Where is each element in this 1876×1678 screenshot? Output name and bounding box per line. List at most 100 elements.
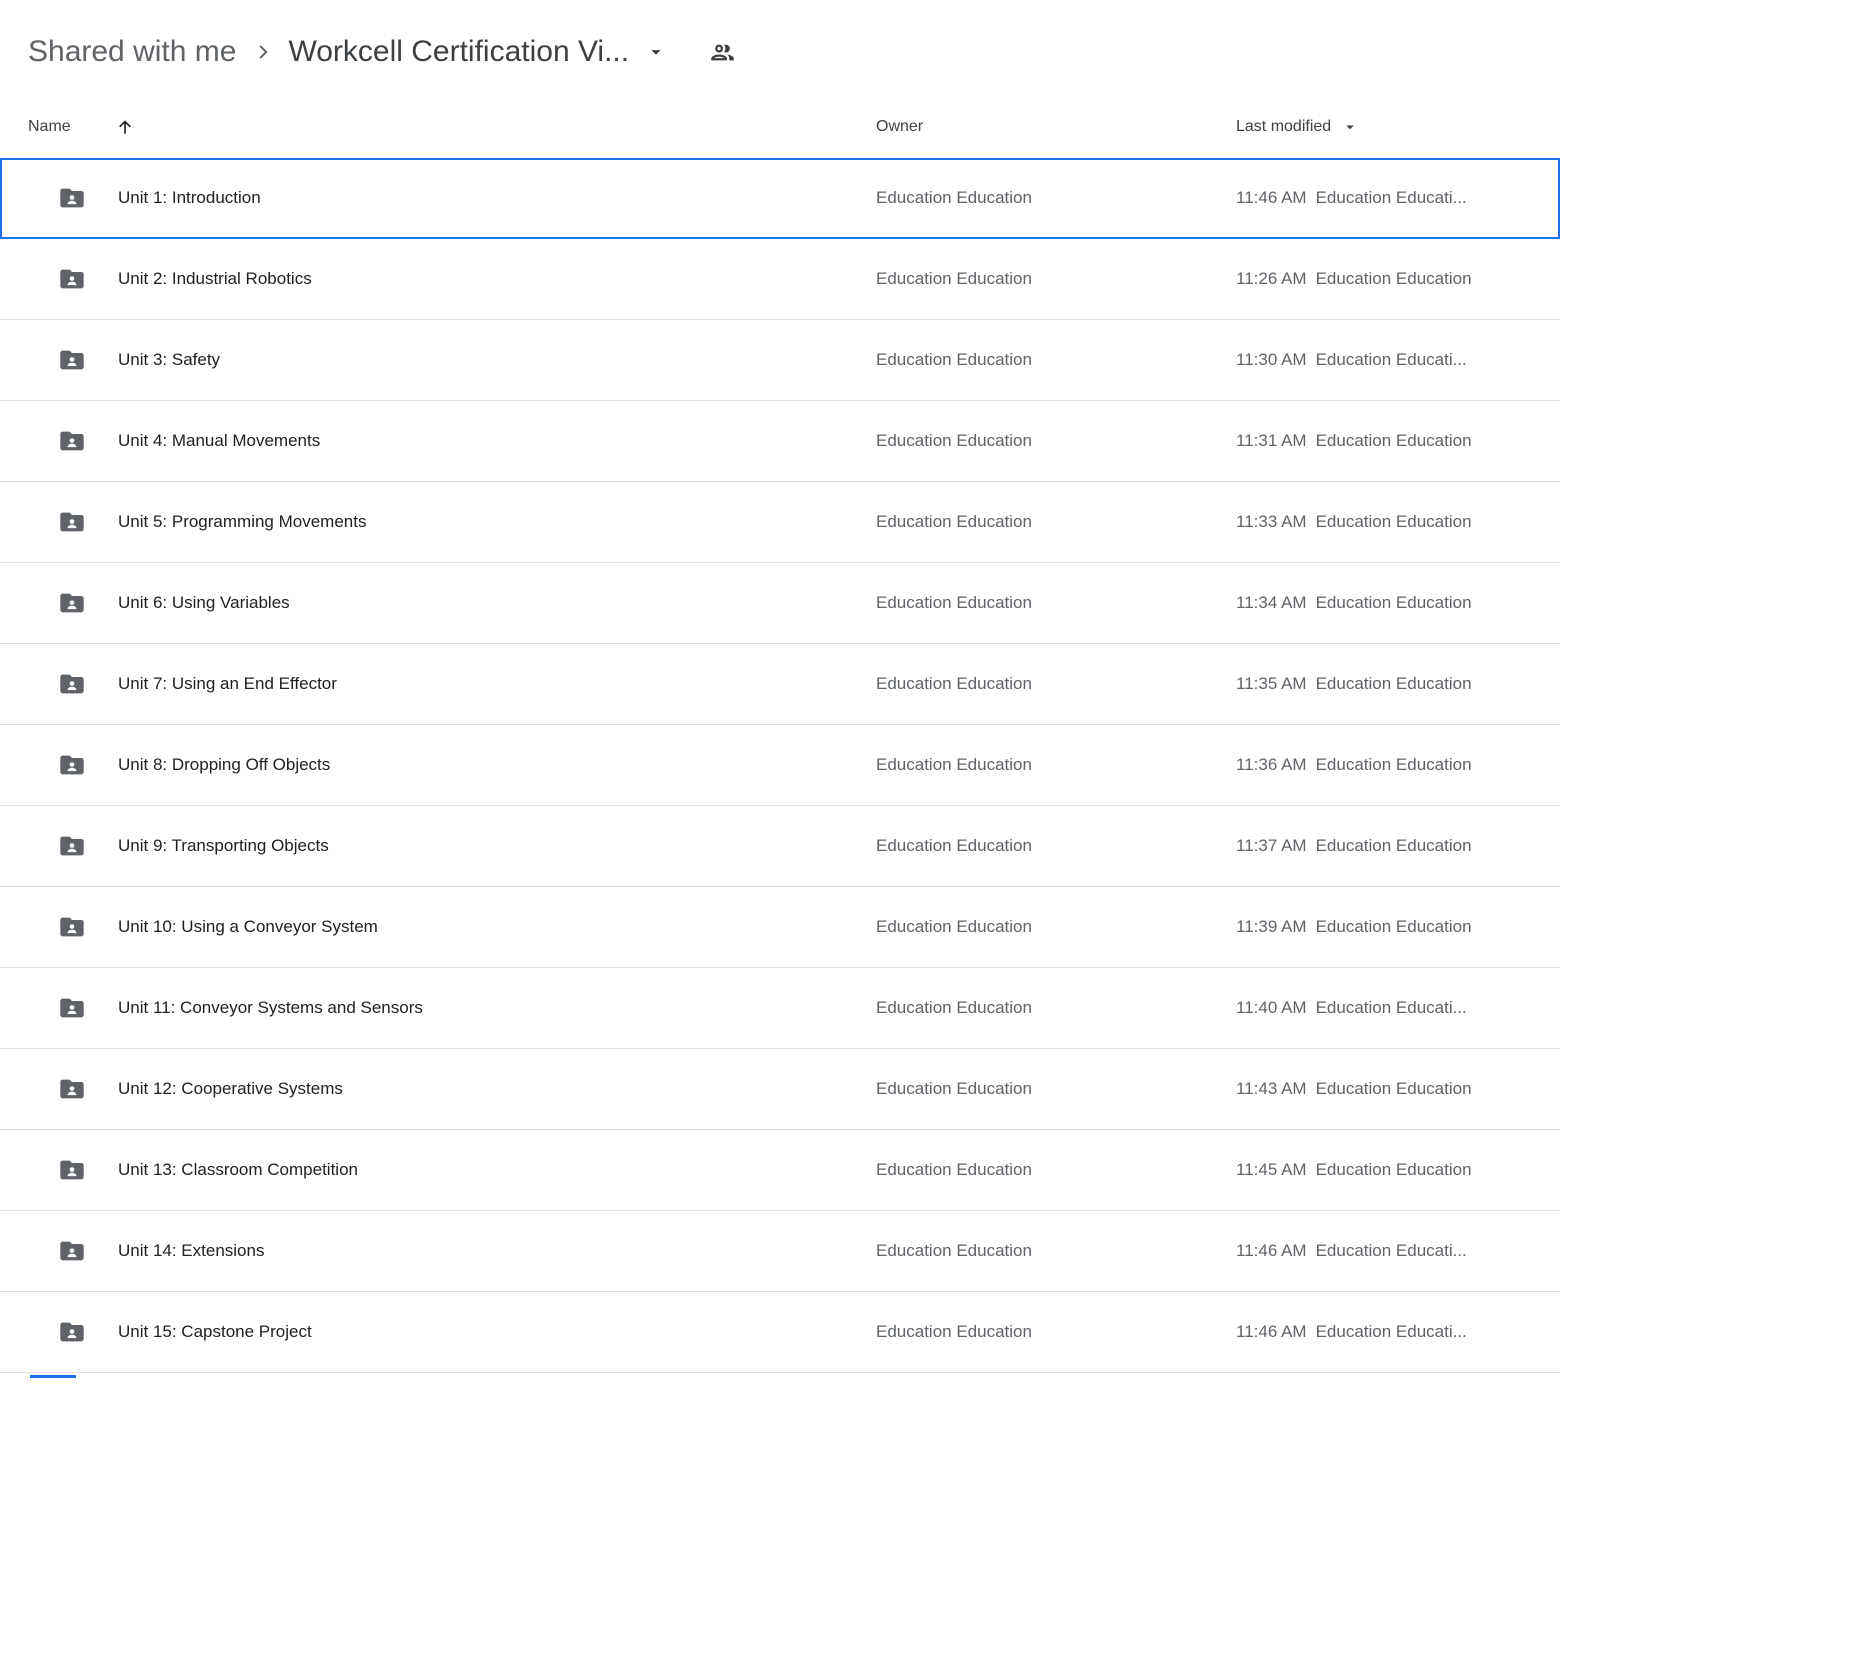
- last-modified-cell: 11:33 AM Education Education: [1236, 512, 1560, 532]
- folder-name-cell: Unit 3: Safety: [28, 346, 876, 374]
- sort-ascending-arrow-icon[interactable]: [115, 117, 135, 137]
- folder-name-cell: Unit 8: Dropping Off Objects: [28, 751, 876, 779]
- last-modified-cell: 11:34 AM Education Education: [1236, 593, 1560, 613]
- folder-name-label: Unit 7: Using an End Effector: [118, 674, 337, 694]
- last-modified-cell: 11:31 AM Education Education: [1236, 431, 1560, 451]
- folder-name-label: Unit 6: Using Variables: [118, 593, 290, 613]
- chevron-right-icon: [250, 40, 274, 64]
- owner-cell: Education Education: [876, 512, 1236, 532]
- table-row[interactable]: Unit 13: Classroom Competition Education…: [0, 1130, 1560, 1211]
- shared-folder-icon: [58, 832, 86, 860]
- table-row[interactable]: Unit 15: Capstone Project Education Educ…: [0, 1292, 1560, 1373]
- shared-folder-icon: [58, 1075, 86, 1103]
- last-modified-cell: 11:26 AM Education Education: [1236, 269, 1560, 289]
- last-modified-cell: 11:36 AM Education Education: [1236, 755, 1560, 775]
- shared-folder-icon: [58, 670, 86, 698]
- modified-time: 11:26 AM: [1236, 269, 1307, 289]
- folder-name-cell: Unit 15: Capstone Project: [28, 1318, 876, 1346]
- modified-time: 11:43 AM: [1236, 1079, 1307, 1099]
- table-row[interactable]: Unit 10: Using a Conveyor System Educati…: [0, 887, 1560, 968]
- last-modified-cell: 11:35 AM Education Education: [1236, 674, 1560, 694]
- shared-folder-icon: [58, 1318, 86, 1346]
- modified-by: Education Educati...: [1316, 1241, 1467, 1261]
- owner-cell: Education Education: [876, 593, 1236, 613]
- column-header-modified-label: Last modified: [1236, 118, 1331, 136]
- modified-time: 11:35 AM: [1236, 674, 1307, 694]
- folder-name-cell: Unit 13: Classroom Competition: [28, 1156, 876, 1184]
- table-row[interactable]: Unit 7: Using an End Effector Education …: [0, 644, 1560, 725]
- folder-name-label: Unit 3: Safety: [118, 350, 220, 370]
- shared-folder-icon: [58, 508, 86, 536]
- modified-time: 11:46 AM: [1236, 1241, 1307, 1261]
- table-row[interactable]: Unit 11: Conveyor Systems and Sensors Ed…: [0, 968, 1560, 1049]
- folder-name-cell: Unit 6: Using Variables: [28, 589, 876, 617]
- folder-name-label: Unit 15: Capstone Project: [118, 1322, 312, 1342]
- shared-folder-icon: [58, 1156, 86, 1184]
- table-row[interactable]: Unit 12: Cooperative Systems Education E…: [0, 1049, 1560, 1130]
- table-row[interactable]: Unit 9: Transporting Objects Education E…: [0, 806, 1560, 887]
- sort-descending-caret-icon[interactable]: [1341, 118, 1359, 136]
- modified-by: Education Education: [1316, 836, 1472, 856]
- last-modified-cell: 11:46 AM Education Educati...: [1236, 1241, 1560, 1261]
- column-header-last-modified[interactable]: Last modified: [1236, 118, 1359, 136]
- table-row[interactable]: Unit 1: Introduction Education Education…: [0, 158, 1560, 239]
- column-header-owner-label: Owner: [876, 118, 923, 136]
- folder-name-label: Unit 1: Introduction: [118, 188, 261, 208]
- shared-folder-icon: [58, 346, 86, 374]
- owner-cell: Education Education: [876, 1079, 1236, 1099]
- table-header-row: Name Owner Last modified: [0, 96, 1560, 158]
- last-modified-cell: 11:39 AM Education Education: [1236, 917, 1560, 937]
- owner-cell: Education Education: [876, 269, 1236, 289]
- shared-folder-icon: [58, 589, 86, 617]
- shared-folder-icon: [58, 265, 86, 293]
- modified-by: Education Education: [1316, 755, 1472, 775]
- breadcrumb-shared-with-me[interactable]: Shared with me: [28, 34, 236, 70]
- last-modified-cell: 11:43 AM Education Education: [1236, 1079, 1560, 1099]
- file-list: Unit 1: Introduction Education Education…: [0, 158, 1560, 1373]
- table-row[interactable]: Unit 6: Using Variables Education Educat…: [0, 563, 1560, 644]
- folder-name-cell: Unit 11: Conveyor Systems and Sensors: [28, 994, 876, 1022]
- modified-by: Education Education: [1316, 1160, 1472, 1180]
- table-row[interactable]: Unit 4: Manual Movements Education Educa…: [0, 401, 1560, 482]
- folder-name-cell: Unit 2: Industrial Robotics: [28, 265, 876, 293]
- folder-name-cell: Unit 10: Using a Conveyor System: [28, 913, 876, 941]
- modified-time: 11:46 AM: [1236, 1322, 1307, 1342]
- table-row[interactable]: Unit 2: Industrial Robotics Education Ed…: [0, 239, 1560, 320]
- modified-by: Education Education: [1316, 269, 1472, 289]
- owner-cell: Education Education: [876, 917, 1236, 937]
- table-row[interactable]: Unit 3: Safety Education Education 11:30…: [0, 320, 1560, 401]
- people-shared-icon[interactable]: [709, 39, 736, 66]
- modified-time: 11:40 AM: [1236, 998, 1307, 1018]
- modified-by: Education Educati...: [1316, 350, 1467, 370]
- owner-cell: Education Education: [876, 998, 1236, 1018]
- folder-name-label: Unit 9: Transporting Objects: [118, 836, 329, 856]
- folder-actions-dropdown-icon[interactable]: [645, 41, 667, 63]
- modified-by: Education Educati...: [1316, 998, 1467, 1018]
- owner-cell: Education Education: [876, 350, 1236, 370]
- owner-cell: Education Education: [876, 1322, 1236, 1342]
- file-table: Name Owner Last modified: [0, 96, 1560, 1373]
- owner-cell: Education Education: [876, 755, 1236, 775]
- folder-name-label: Unit 13: Classroom Competition: [118, 1160, 358, 1180]
- column-header-name[interactable]: Name: [28, 117, 135, 137]
- modified-by: Education Education: [1316, 674, 1472, 694]
- shared-folder-icon: [58, 913, 86, 941]
- folder-name-cell: Unit 5: Programming Movements: [28, 508, 876, 536]
- last-modified-cell: 11:40 AM Education Educati...: [1236, 998, 1560, 1018]
- folder-name-cell: Unit 7: Using an End Effector: [28, 670, 876, 698]
- modified-by: Education Education: [1316, 1079, 1472, 1099]
- folder-name-cell: Unit 12: Cooperative Systems: [28, 1075, 876, 1103]
- shared-folder-icon: [58, 1237, 86, 1265]
- folder-name-label: Unit 10: Using a Conveyor System: [118, 917, 378, 937]
- breadcrumb-current-folder[interactable]: Workcell Certification Vi...: [288, 34, 629, 70]
- modified-time: 11:46 AM: [1236, 188, 1307, 208]
- modified-time: 11:33 AM: [1236, 512, 1307, 532]
- folder-name-cell: Unit 4: Manual Movements: [28, 427, 876, 455]
- column-header-owner[interactable]: Owner: [876, 118, 923, 136]
- owner-cell: Education Education: [876, 674, 1236, 694]
- table-row[interactable]: Unit 14: Extensions Education Education …: [0, 1211, 1560, 1292]
- modified-time: 11:39 AM: [1236, 917, 1307, 937]
- table-row[interactable]: Unit 5: Programming Movements Education …: [0, 482, 1560, 563]
- folder-name-label: Unit 11: Conveyor Systems and Sensors: [118, 998, 423, 1018]
- table-row[interactable]: Unit 8: Dropping Off Objects Education E…: [0, 725, 1560, 806]
